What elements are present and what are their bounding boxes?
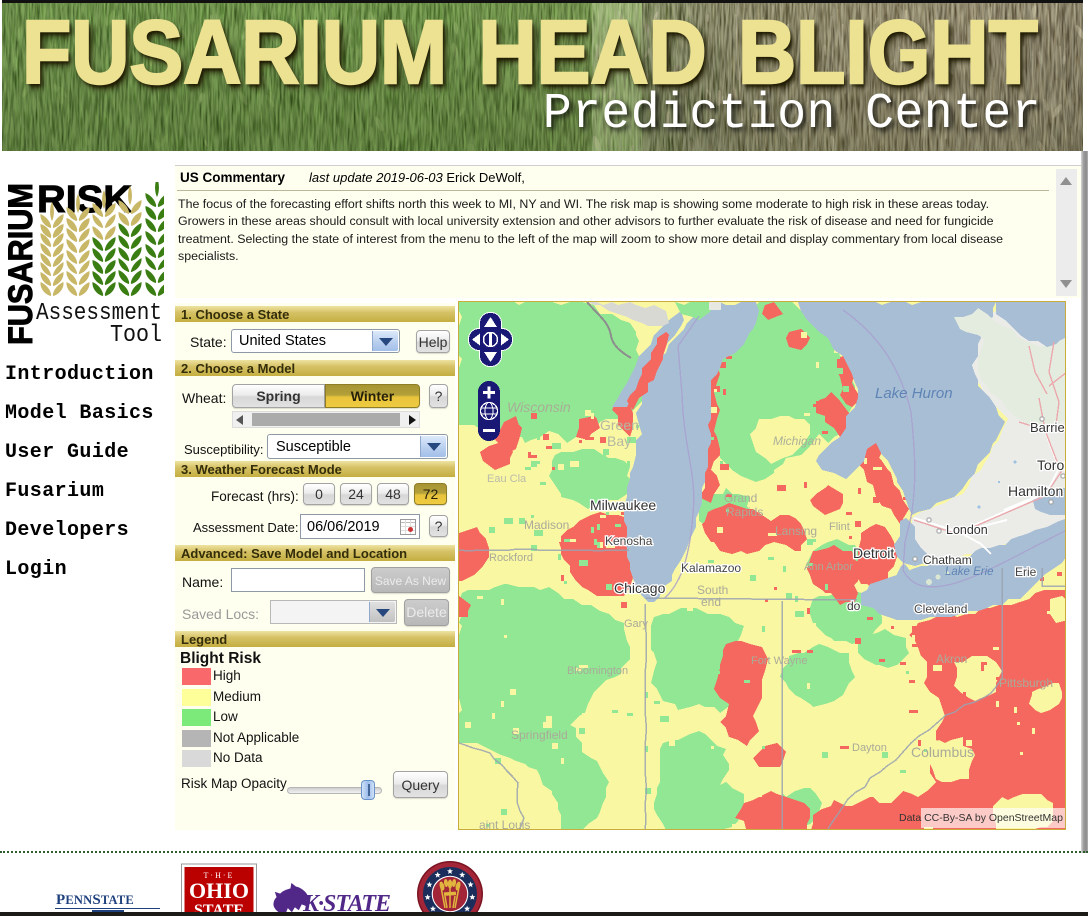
svg-text:OHIO: OHIO <box>189 878 249 903</box>
svg-text:Lake Erie: Lake Erie <box>945 566 994 578</box>
svg-text:Lake Huron: Lake Huron <box>875 385 953 402</box>
svg-text:Bloomington: Bloomington <box>567 665 628 677</box>
svg-text:Ann Arbor: Ann Arbor <box>804 561 853 573</box>
svg-text:Rapids: Rapids <box>726 505 763 519</box>
svg-text:Rockford: Rockford <box>489 552 533 564</box>
svg-text:Akron: Akron <box>936 652 967 666</box>
svg-text:FUSARIUM: FUSARIUM <box>6 183 40 345</box>
svg-text:Eau Cla: Eau Cla <box>487 473 527 485</box>
svg-text:Detroit: Detroit <box>853 545 894 561</box>
svg-text:Wisconsin: Wisconsin <box>507 399 571 415</box>
svg-text:Toronto: Toronto <box>1037 457 1066 473</box>
svg-text:Flint: Flint <box>829 521 850 533</box>
svg-text:do: do <box>847 599 861 613</box>
svg-text:Dayton: Dayton <box>852 742 887 754</box>
svg-text:London: London <box>946 523 988 537</box>
svg-text:Gary: Gary <box>624 618 648 630</box>
svg-text:Columbus: Columbus <box>911 744 974 760</box>
svg-text:Kenosha: Kenosha <box>605 534 653 548</box>
svg-text:Lansing: Lansing <box>775 524 817 538</box>
svg-text:Erie: Erie <box>1015 565 1037 579</box>
svg-text:Data CC-By-SA by OpenStreetMap: Data CC-By-SA by OpenStreetMap <box>899 812 1063 824</box>
svg-text:Grand: Grand <box>724 491 757 505</box>
svg-text:Fort Wayne: Fort Wayne <box>751 655 807 667</box>
svg-text:Chicago: Chicago <box>614 580 666 596</box>
svg-text:Barrie: Barrie <box>1030 420 1065 435</box>
svg-text:Chatham: Chatham <box>923 553 972 567</box>
svg-text:Milwaukee: Milwaukee <box>590 497 656 513</box>
svg-text:Tool: Tool <box>110 322 162 345</box>
svg-text:Bay: Bay <box>607 433 631 449</box>
svg-text:Kalamazoo: Kalamazoo <box>681 561 741 575</box>
svg-text:Hamilton: Hamilton <box>1008 483 1063 499</box>
svg-text:Madison: Madison <box>524 518 569 532</box>
svg-text:STATE: STATE <box>194 902 244 912</box>
svg-text:Michigan: Michigan <box>773 434 821 448</box>
svg-text:Cleveland: Cleveland <box>914 602 967 616</box>
svg-text:Green: Green <box>600 417 639 433</box>
svg-text:end: end <box>701 595 721 609</box>
svg-text:K·STATE: K·STATE <box>302 891 390 912</box>
svg-text:Pittsburgh: Pittsburgh <box>999 676 1053 690</box>
svg-text:Springfield: Springfield <box>511 728 568 742</box>
svg-text:PENNSTATE: PENNSTATE <box>56 892 134 908</box>
svg-text:aint Louis: aint Louis <box>479 818 530 830</box>
